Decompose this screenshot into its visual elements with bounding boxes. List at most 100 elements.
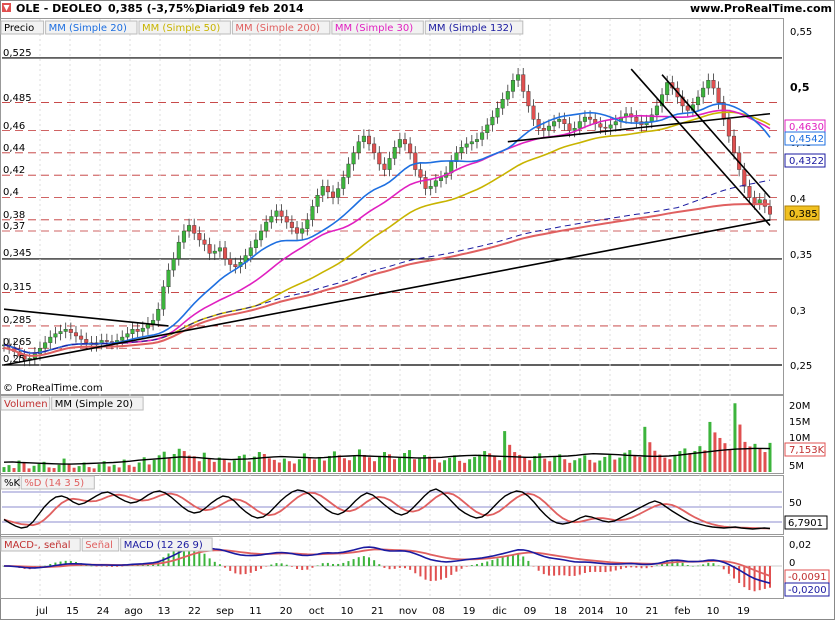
volume-bar <box>683 448 687 472</box>
candle-body <box>459 147 464 154</box>
level-label: 0,25 <box>3 354 25 365</box>
ma30-tag: 0,4322 <box>789 156 824 167</box>
volume-bar <box>337 455 341 472</box>
macd-histogram-bar <box>90 565 93 567</box>
candle-body <box>228 258 233 265</box>
axis-tick: 0,55 <box>790 27 812 38</box>
macd-histogram-bar <box>167 553 170 566</box>
volume-bar <box>222 459 226 472</box>
volume-bar <box>72 467 76 472</box>
macd-histogram-bar <box>604 566 607 573</box>
volume-legend: Volumen MM (Simple 20) <box>0 396 144 411</box>
candle-body <box>68 329 73 333</box>
macd-histogram-bar <box>553 566 556 576</box>
x-axis-label: 13 <box>158 606 171 617</box>
volume-bar <box>478 454 482 472</box>
macd-histogram-bar <box>301 566 304 571</box>
candle-body <box>84 339 89 343</box>
macd-histogram-bar <box>717 565 720 567</box>
legend-label: Volumen <box>4 399 48 410</box>
macd-histogram-bar <box>172 550 175 566</box>
candle-body <box>346 163 351 178</box>
candle-body <box>382 163 387 170</box>
candle-body <box>367 135 372 145</box>
candle-body <box>397 139 402 148</box>
legend-label: MM (Simple 200) <box>235 23 320 34</box>
macd-histogram-bar <box>501 557 504 566</box>
candle-body <box>387 158 392 170</box>
candle-body <box>562 119 567 125</box>
macd-histogram-bar <box>95 566 98 567</box>
macd-histogram-bar <box>249 566 252 573</box>
x-axis-label: 24 <box>97 606 110 617</box>
macd-histogram-bar <box>429 566 432 582</box>
volume-bar <box>352 456 356 472</box>
volume-bar <box>723 443 727 472</box>
candle-body <box>135 329 140 332</box>
candle-body <box>43 342 48 349</box>
candle-body <box>588 116 593 120</box>
x-axis-label: 18 <box>554 606 567 617</box>
volume-bar <box>428 456 432 472</box>
legend-label: Señal <box>85 540 113 551</box>
volume-bar <box>718 437 722 472</box>
macd-axis-tick: 0 <box>789 558 795 569</box>
volume-bar <box>12 468 16 472</box>
stoch-value-tag: 6,7901 <box>788 518 823 529</box>
candle-body <box>171 258 176 271</box>
copyright-label: © ProRealTime.com <box>3 383 103 394</box>
volume-bar <box>2 467 6 472</box>
macd-histogram-bar <box>517 553 520 566</box>
candle-body <box>552 121 557 127</box>
x-axis-label: dic <box>492 606 507 617</box>
candle-body <box>151 320 156 324</box>
price-tag: 0,385 <box>789 209 818 220</box>
x-axis-label: jul <box>35 606 48 617</box>
volume-bar <box>688 453 692 472</box>
candle-body <box>181 230 186 243</box>
level-label: 0,38 <box>3 210 25 221</box>
candle-body <box>161 286 166 310</box>
candle-body <box>315 195 320 207</box>
site-link[interactable]: www.ProRealTime.com <box>690 2 832 15</box>
level-label: 0,485 <box>3 93 32 104</box>
legend-label: MM (Simple 132) <box>428 23 513 34</box>
volume-bar <box>307 457 311 472</box>
candle-body <box>634 116 639 122</box>
candle-body <box>711 80 716 89</box>
macd-histogram-bar <box>285 564 288 566</box>
volume-bar <box>443 460 447 472</box>
volume-bar <box>22 462 26 472</box>
candle-body <box>63 329 68 332</box>
volume-axis-tick: 20M <box>789 401 810 412</box>
volume-bar <box>242 454 246 472</box>
volume-bar <box>342 458 346 472</box>
legend-label: MACD (12 26 9) <box>124 540 203 551</box>
candle-body <box>500 99 505 109</box>
candle-body <box>438 177 443 181</box>
volume-bar <box>758 448 762 472</box>
macd-histogram-bar <box>398 566 401 568</box>
candle-body <box>305 219 310 229</box>
volume-bar <box>92 468 96 472</box>
candle-body <box>300 228 305 234</box>
macd-histogram-bar <box>326 562 329 566</box>
macd-histogram-bar <box>460 566 463 569</box>
legend-label: MACD-, señal <box>4 540 71 551</box>
macd-histogram-bar <box>409 566 412 570</box>
macd-histogram-bar <box>650 566 653 568</box>
x-axis-label: ago <box>124 606 143 617</box>
volume-bar <box>262 454 266 472</box>
volume-bar <box>192 456 196 472</box>
macd-histogram-bar <box>213 561 216 566</box>
volume-bar <box>513 452 517 472</box>
period-label: Diario <box>196 2 234 15</box>
macd-histogram-bar <box>686 565 689 566</box>
volume-bar <box>62 458 66 472</box>
candle-body <box>325 186 330 193</box>
macd-histogram-bar <box>625 566 628 568</box>
macd-histogram-bar <box>635 566 638 568</box>
volume-bar <box>458 460 462 472</box>
x-axis-label: 19 <box>737 606 750 617</box>
volume-bar <box>312 459 316 472</box>
